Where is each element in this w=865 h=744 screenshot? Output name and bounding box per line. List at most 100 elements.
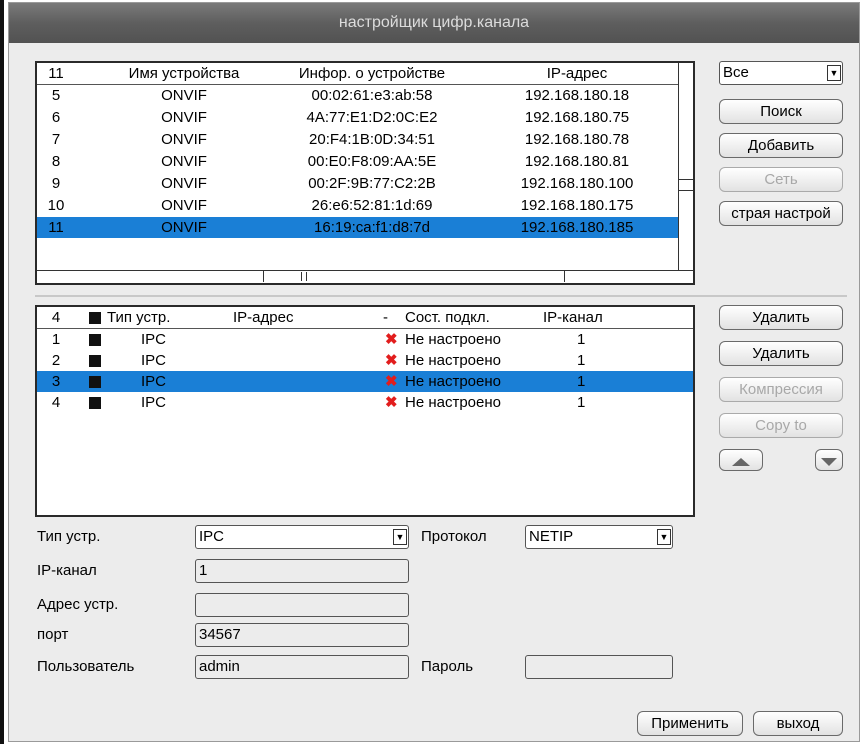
password-input[interactable] xyxy=(525,655,673,679)
device-type-value: IPC xyxy=(199,528,225,545)
cell-index: 5 xyxy=(51,87,61,104)
cell-device-type: IPC xyxy=(141,331,167,348)
filter-dropdown[interactable]: Все ▼ xyxy=(719,61,843,85)
header-select-all[interactable] xyxy=(89,307,101,328)
row-checkbox[interactable] xyxy=(89,350,101,371)
cell-device-info: 4A:77:E1:D2:0C:E2 xyxy=(306,109,438,126)
table-row[interactable]: 11 ONVIF 16:19:ca:f1:d8:7d 192.168.180.185 xyxy=(37,217,681,238)
dropdown-arrow-icon: ▼ xyxy=(657,529,671,545)
copy-to-button[interactable]: Copy to xyxy=(719,413,843,438)
exit-button[interactable]: выход xyxy=(753,711,843,736)
x-icon: ✖ xyxy=(385,352,398,369)
arrow-up-icon xyxy=(732,458,750,466)
cell-ip-channel: 1 xyxy=(577,352,586,369)
cell-index: 2 xyxy=(51,352,61,369)
cell-device-type: IPC xyxy=(141,352,167,369)
cell-ip-address: 192.168.180.185 xyxy=(520,219,634,236)
table-row[interactable]: 6 ONVIF 4A:77:E1:D2:0C:E2 192.168.180.75 xyxy=(37,107,681,128)
top-table-vscrollbar[interactable] xyxy=(678,63,693,283)
apply-button[interactable]: Применить xyxy=(637,711,743,736)
table-row[interactable]: 9 ONVIF 00:2F:9B:77:C2:2B 192.168.180.100 xyxy=(37,173,681,194)
table-row[interactable]: 10 ONVIF 26:e6:52:81:1d:69 192.168.180.175 xyxy=(37,195,681,216)
cell-index: 1 xyxy=(51,331,61,348)
table-header: 11 Имя устройства Инфор. о устройстве IP… xyxy=(37,63,693,85)
delete-all-button[interactable]: Удалить xyxy=(719,341,843,366)
cell-ip-channel: 1 xyxy=(577,373,586,390)
header-ip-address: IP-адрес xyxy=(233,309,294,326)
cell-ip-channel: 1 xyxy=(577,331,586,348)
table-row[interactable]: 4 IPC ✖ Не настроено 1 xyxy=(37,392,693,413)
row-checkbox[interactable] xyxy=(89,392,101,413)
table-header: 4 Тип устр. IP-адрес - Сост. подкл. IP-к… xyxy=(37,307,693,329)
table-row[interactable]: 7 ONVIF 20:F4:1B:0D:34:51 192.168.180.78 xyxy=(37,129,681,150)
ip-channel-label: IP-канал xyxy=(37,562,97,579)
cell-index: 3 xyxy=(51,373,61,390)
port-input[interactable]: 34567 xyxy=(195,623,409,647)
filter-value: Все xyxy=(723,64,749,81)
digital-channel-window: настройщик цифр.канала 11 Имя устройства… xyxy=(8,2,860,742)
password-label: Пароль xyxy=(421,658,474,675)
cell-connection-state: Не настроено xyxy=(405,394,501,411)
search-button[interactable]: Поиск xyxy=(719,99,843,124)
cell-ip-address: 192.168.180.100 xyxy=(520,175,634,192)
window-left-edge xyxy=(0,0,4,744)
port-label: порт xyxy=(37,626,69,643)
protocol-dropdown[interactable]: NETIP ▼ xyxy=(525,525,673,549)
header-connection-state: Сост. подкл. xyxy=(405,309,490,326)
dropdown-arrow-icon: ▼ xyxy=(393,529,407,545)
cell-index: 11 xyxy=(48,219,64,236)
cell-index: 10 xyxy=(47,197,65,214)
table-row[interactable]: 3 IPC ✖ Не настроено 1 xyxy=(37,371,693,392)
user-input[interactable]: admin xyxy=(195,655,409,679)
cell-ip-address: 192.168.180.81 xyxy=(524,153,630,170)
arrow-down-icon xyxy=(821,458,837,466)
header-ip-address: IP-адрес xyxy=(546,65,608,82)
device-address-input[interactable] xyxy=(195,593,409,617)
add-button[interactable]: Добавить xyxy=(719,133,843,158)
row-checkbox[interactable] xyxy=(89,329,101,350)
cell-connection-state: Не настроено xyxy=(405,331,501,348)
cell-device-info: 00:E0:F8:09:AA:5E xyxy=(307,153,437,170)
delete-button[interactable]: Удалить xyxy=(719,305,843,330)
cell-ip-address: 192.168.180.75 xyxy=(524,109,630,126)
cell-device-info: 00:2F:9B:77:C2:2B xyxy=(308,175,436,192)
cell-device-type: IPC xyxy=(141,394,167,411)
header-device-info: Инфор. о устройстве xyxy=(298,65,446,82)
table-row[interactable]: 5 ONVIF 00:02:61:e3:ab:58 192.168.180.18 xyxy=(37,85,681,106)
cell-device-info: 16:19:ca:f1:d8:7d xyxy=(314,219,430,236)
dropdown-arrow-icon: ▼ xyxy=(827,65,841,81)
cell-ip-address: 192.168.180.78 xyxy=(524,131,630,148)
channel-table: 4 Тип устр. IP-адрес - Сост. подкл. IP-к… xyxy=(35,305,695,517)
header-count: 11 xyxy=(48,65,64,82)
cell-device-name: ONVIF xyxy=(161,153,207,170)
network-button[interactable]: Сеть xyxy=(719,167,843,192)
cell-connection-state: Не настроено xyxy=(405,373,501,390)
cell-device-name: ONVIF xyxy=(161,175,207,192)
move-down-button[interactable] xyxy=(815,449,843,471)
window-title: настройщик цифр.канала xyxy=(9,3,859,43)
cell-ip-channel: 1 xyxy=(577,394,586,411)
table-row[interactable]: 1 IPC ✖ Не настроено 1 xyxy=(37,329,693,350)
compression-button[interactable]: Компрессия xyxy=(719,377,843,402)
x-icon: ✖ xyxy=(385,331,398,348)
main-panel: 11 Имя устройства Инфор. о устройстве IP… xyxy=(25,51,849,741)
cell-device-info: 26:e6:52:81:1d:69 xyxy=(311,197,433,214)
row-checkbox[interactable] xyxy=(89,371,101,392)
cell-device-info: 00:02:61:e3:ab:58 xyxy=(311,87,433,104)
cell-index: 8 xyxy=(51,153,61,170)
cell-ip-address: 192.168.180.18 xyxy=(524,87,630,104)
top-table-hscrollbar[interactable] xyxy=(37,270,693,283)
header-ip-channel: IP-канал xyxy=(543,309,603,326)
device-type-dropdown[interactable]: IPC ▼ xyxy=(195,525,409,549)
table-row[interactable]: 8 ONVIF 00:E0:F8:09:AA:5E 192.168.180.81 xyxy=(37,151,681,172)
cell-index: 9 xyxy=(51,175,61,192)
quick-setup-button[interactable]: страя настрой xyxy=(719,201,843,226)
ip-channel-input[interactable]: 1 xyxy=(195,559,409,583)
move-up-button[interactable] xyxy=(719,449,763,471)
device-search-table: 11 Имя устройства Инфор. о устройстве IP… xyxy=(35,61,695,285)
protocol-value: NETIP xyxy=(529,528,574,545)
header-dash: - xyxy=(383,309,388,326)
table-row[interactable]: 2 IPC ✖ Не настроено 1 xyxy=(37,350,693,371)
cell-device-name: ONVIF xyxy=(161,131,207,148)
header-device-name: Имя устройства xyxy=(128,65,240,82)
